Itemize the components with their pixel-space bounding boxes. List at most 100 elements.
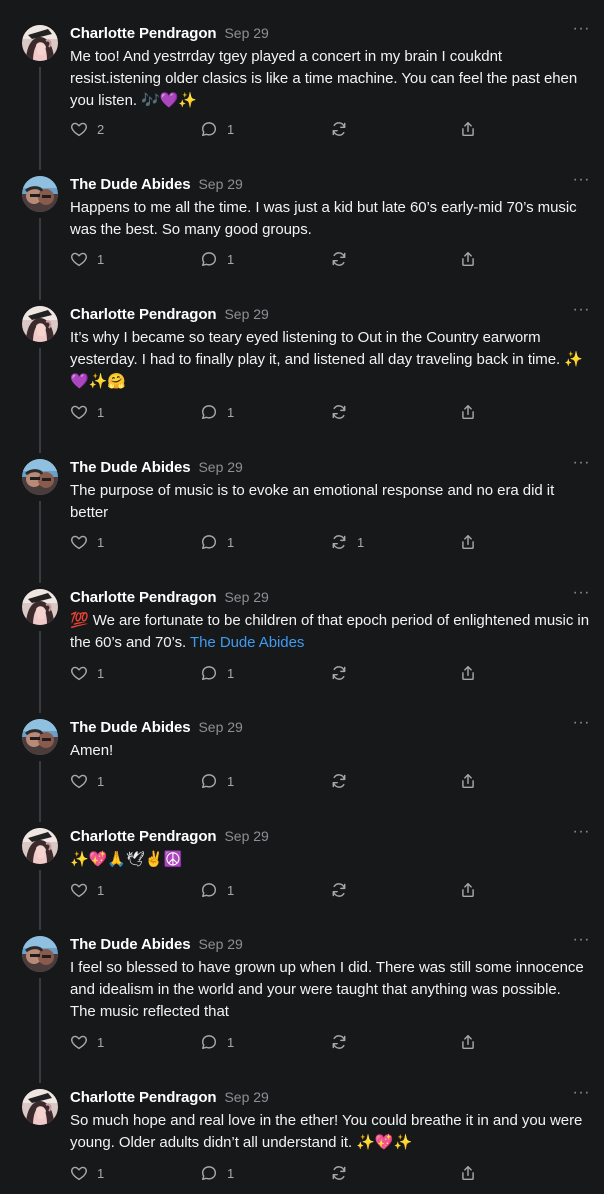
more-options-icon[interactable]: ··· (573, 585, 590, 601)
more-options-icon[interactable]: ··· (573, 1085, 590, 1101)
share-button[interactable] (459, 1164, 477, 1182)
like-button[interactable]: 2 (70, 120, 104, 138)
author-name[interactable]: The Dude Abides (70, 459, 191, 476)
comment-bubble-icon (200, 772, 218, 790)
share-button[interactable] (459, 403, 477, 421)
reply-button[interactable]: 1 (200, 120, 234, 138)
reply-count: 1 (227, 404, 235, 420)
author-name[interactable]: Charlotte Pendragon (70, 589, 217, 606)
like-button[interactable]: 1 (70, 664, 104, 682)
more-options-icon[interactable]: ··· (573, 172, 590, 188)
post-date[interactable]: Sep 29 (198, 719, 242, 735)
reply-button[interactable]: 1 (200, 533, 234, 551)
avatar[interactable] (22, 176, 58, 212)
like-button[interactable]: 1 (70, 1033, 104, 1051)
like-count: 1 (97, 882, 105, 898)
share-button[interactable] (459, 772, 477, 790)
reply-button[interactable]: 1 (200, 881, 234, 899)
more-options-icon[interactable]: ··· (573, 932, 590, 948)
post-date[interactable]: Sep 29 (224, 589, 268, 605)
reply-button[interactable]: 1 (200, 403, 234, 421)
repost-button[interactable] (330, 1164, 357, 1182)
post-date[interactable]: Sep 29 (224, 306, 268, 322)
thread-line (39, 631, 41, 713)
comment-bubble-icon (200, 881, 218, 899)
heart-icon (70, 533, 88, 551)
author-name[interactable]: Charlotte Pendragon (70, 25, 217, 42)
author-name[interactable]: The Dude Abides (70, 936, 191, 953)
repost-button[interactable] (330, 1033, 357, 1051)
post-text: Amen! (70, 740, 590, 762)
post-date[interactable]: Sep 29 (224, 25, 268, 41)
post-date[interactable]: Sep 29 (198, 936, 242, 952)
repost-button[interactable]: 1 (330, 533, 364, 551)
comment-bubble-icon (200, 1033, 218, 1051)
like-button[interactable]: 1 (70, 881, 104, 899)
post-actions: 1 1 (70, 772, 480, 792)
repost-button[interactable] (330, 881, 357, 899)
avatar-image (22, 306, 58, 342)
share-icon (459, 120, 477, 138)
like-button[interactable]: 1 (70, 1164, 104, 1182)
mention-link[interactable]: The Dude Abides (190, 634, 304, 651)
share-button[interactable] (459, 533, 477, 551)
repost-button[interactable] (330, 250, 357, 268)
share-button[interactable] (459, 664, 477, 682)
reply-button[interactable]: 1 (200, 1033, 234, 1051)
thread-line (39, 218, 41, 300)
avatar[interactable] (22, 25, 58, 61)
avatar[interactable] (22, 589, 58, 625)
avatar-image (22, 828, 58, 864)
avatar[interactable] (22, 936, 58, 972)
more-options-icon[interactable]: ··· (573, 302, 590, 318)
post-text-content: Amen! (70, 742, 114, 759)
post-header: The Dude Abides Sep 29 (70, 936, 243, 956)
share-button[interactable] (459, 1033, 477, 1051)
post-date[interactable]: Sep 29 (198, 176, 242, 192)
author-name[interactable]: Charlotte Pendragon (70, 306, 217, 323)
avatar-image (22, 1089, 58, 1125)
post-date[interactable]: Sep 29 (224, 1089, 268, 1105)
avatar-image (22, 25, 58, 61)
like-button[interactable]: 1 (70, 772, 104, 790)
avatar-image (22, 459, 58, 495)
like-button[interactable]: 1 (70, 403, 104, 421)
like-button[interactable]: 1 (70, 250, 104, 268)
post-date[interactable]: Sep 29 (224, 828, 268, 844)
more-options-icon[interactable]: ··· (573, 455, 590, 471)
share-button[interactable] (459, 250, 477, 268)
post-actions: 1 1 (70, 403, 480, 423)
reply-button[interactable]: 1 (200, 250, 234, 268)
repost-button[interactable] (330, 120, 357, 138)
more-options-icon[interactable]: ··· (573, 715, 590, 731)
author-name[interactable]: Charlotte Pendragon (70, 828, 217, 845)
share-button[interactable] (459, 881, 477, 899)
heart-icon (70, 403, 88, 421)
reply-button[interactable]: 1 (200, 664, 234, 682)
post-date[interactable]: Sep 29 (198, 459, 242, 475)
repost-button[interactable] (330, 772, 357, 790)
more-options-icon[interactable]: ··· (573, 21, 590, 37)
reply-button[interactable]: 1 (200, 772, 234, 790)
like-button[interactable]: 1 (70, 533, 104, 551)
heart-icon (70, 250, 88, 268)
avatar[interactable] (22, 828, 58, 864)
post-actions: 1 1 (70, 664, 480, 684)
share-button[interactable] (459, 120, 477, 138)
repost-button[interactable] (330, 403, 357, 421)
reply-button[interactable]: 1 (200, 1164, 234, 1182)
author-name[interactable]: The Dude Abides (70, 176, 191, 193)
more-options-icon[interactable]: ··· (573, 824, 590, 840)
heart-icon (70, 1033, 88, 1051)
thread-line (39, 761, 41, 822)
author-name[interactable]: The Dude Abides (70, 719, 191, 736)
author-name[interactable]: Charlotte Pendragon (70, 1089, 217, 1106)
avatar[interactable] (22, 459, 58, 495)
post-text-content: 💯 We are fortunate to be children of tha… (70, 612, 589, 651)
avatar[interactable] (22, 306, 58, 342)
avatar[interactable] (22, 1089, 58, 1125)
avatar[interactable] (22, 719, 58, 755)
repost-button[interactable] (330, 664, 357, 682)
like-count: 2 (97, 121, 105, 137)
reply-count: 1 (227, 773, 235, 789)
